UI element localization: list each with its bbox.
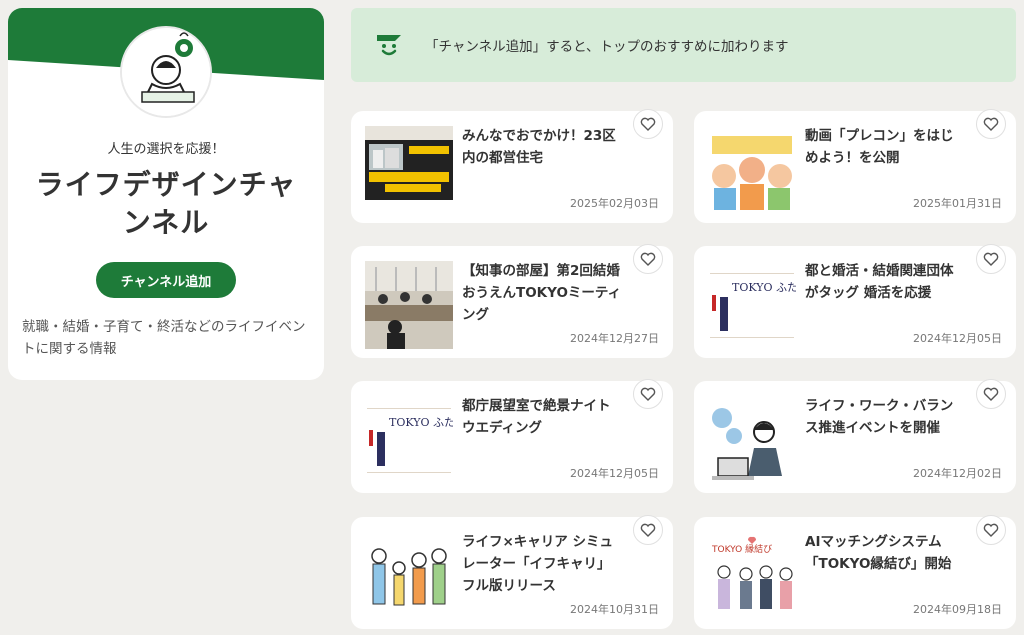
article-card[interactable]: みんなでおでかけ！23区内の都営住宅 2025年02月03日: [351, 109, 673, 223]
article-card[interactable]: TOKYO 縁結び AIマッチングシステム「TOKYO縁結び」開始 2024年0…: [694, 515, 1016, 629]
heart-icon: [640, 117, 656, 131]
article-title: AIマッチングシステム「TOKYO縁結び」開始: [805, 534, 952, 572]
favorite-button[interactable]: [976, 109, 1006, 139]
article-date: 2024年12月27日: [570, 332, 659, 345]
article-date: 2024年12月02日: [913, 467, 1002, 480]
favorite-button[interactable]: [976, 515, 1006, 545]
tokyo-enmusubi-icon: TOKYO 縁結び: [708, 532, 796, 620]
illustration-icon: [708, 126, 796, 214]
heart-icon: [983, 117, 999, 131]
channel-avatar: [120, 26, 212, 118]
channel-card: 人生の選択を応援！ ライフデザインチャンネル チャンネル追加 就職・結婚・子育て…: [8, 8, 324, 380]
article-title: 都と婚活・結婚関連団体がタッグ 婚活を応援: [805, 263, 954, 301]
article-card[interactable]: TOKYO ふたり STORY 都庁展望室で絶景ナイトウエディング 2024年1…: [351, 379, 673, 493]
add-channel-button[interactable]: チャンネル追加: [96, 262, 236, 298]
favorite-button[interactable]: [633, 244, 663, 274]
svg-text:TOKYO ふたり STORY: TOKYO ふたり STORY: [389, 416, 453, 429]
article-title: 【知事の部屋】第2回結婚おうえんTOKYOミーティング: [462, 263, 622, 323]
heart-icon: [640, 387, 656, 401]
article-title: ライフ×キャリア シミュレーター「イフキャリ」フル版リリース: [462, 534, 614, 594]
article-title: 動画「プレコン」をはじめよう！を公開: [805, 128, 954, 166]
channel-description: 就職・結婚・子育て・終活などのライフイベントに関する情報: [22, 319, 306, 357]
tokyo-futari-story-logo: TOKYO ふたり STORY: [708, 261, 796, 349]
svg-text:TOKYO 縁結び: TOKYO 縁結び: [711, 543, 772, 555]
article-title: みんなでおでかけ！23区内の都営住宅: [462, 128, 616, 166]
article-date: 2024年09月18日: [913, 603, 1002, 616]
heart-icon: [983, 523, 999, 537]
article-date: 2024年12月05日: [913, 332, 1002, 345]
family-illustration-icon: [365, 532, 453, 620]
article-card[interactable]: ライフ・ワーク・バランス推進イベントを開催 2024年12月02日: [694, 379, 1016, 493]
article-title: ライフ・ワーク・バランス推進イベントを開催: [805, 398, 954, 436]
favorite-button[interactable]: [633, 515, 663, 545]
favorite-button[interactable]: [633, 109, 663, 139]
page: 人生の選択を応援！ ライフデザインチャンネル チャンネル追加 就職・結婚・子育て…: [0, 0, 1024, 635]
favorite-button[interactable]: [633, 379, 663, 409]
heart-icon: [640, 252, 656, 266]
article-date: 2024年10月31日: [570, 603, 659, 616]
notice-text: 「チャンネル追加」すると、トップのおすすめに加わります: [425, 39, 789, 55]
heart-icon: [983, 387, 999, 401]
heart-icon: [983, 252, 999, 266]
notice-bar: 「チャンネル追加」すると、トップのおすすめに加わります: [351, 8, 1016, 82]
favorite-button[interactable]: [976, 379, 1006, 409]
video-thumb-icon: [365, 126, 453, 214]
channel-name: ライフデザインチャンネル: [35, 168, 297, 239]
channel-tagline: 人生の選択を応援！: [107, 142, 225, 157]
laptop-person-icon: [708, 396, 796, 484]
smile-channel-icon: [377, 35, 401, 56]
tokyo-futari-story-logo: TOKYO ふたり STORY: [365, 396, 453, 484]
svg-text:TOKYO ふたり STORY: TOKYO ふたり STORY: [732, 281, 796, 294]
article-card[interactable]: 動画「プレコン」をはじめよう！を公開 2025年01月31日: [694, 109, 1016, 223]
article-card[interactable]: TOKYO ふたり STORY 都と婚活・結婚関連団体がタッグ 婚活を応援 20…: [694, 244, 1016, 358]
article-date: 2024年12月05日: [570, 467, 659, 480]
meeting-photo-icon: [365, 261, 453, 349]
article-card[interactable]: ライフ×キャリア シミュレーター「イフキャリ」フル版リリース 2024年10月3…: [351, 515, 673, 629]
favorite-button[interactable]: [976, 244, 1006, 274]
heart-icon: [640, 523, 656, 537]
article-date: 2025年02月03日: [570, 197, 659, 210]
article-title: 都庁展望室で絶景ナイトウエディング: [462, 398, 611, 436]
article-date: 2025年01月31日: [913, 197, 1002, 210]
article-card[interactable]: 【知事の部屋】第2回結婚おうえんTOKYOミーティング 2024年12月27日: [351, 244, 673, 358]
